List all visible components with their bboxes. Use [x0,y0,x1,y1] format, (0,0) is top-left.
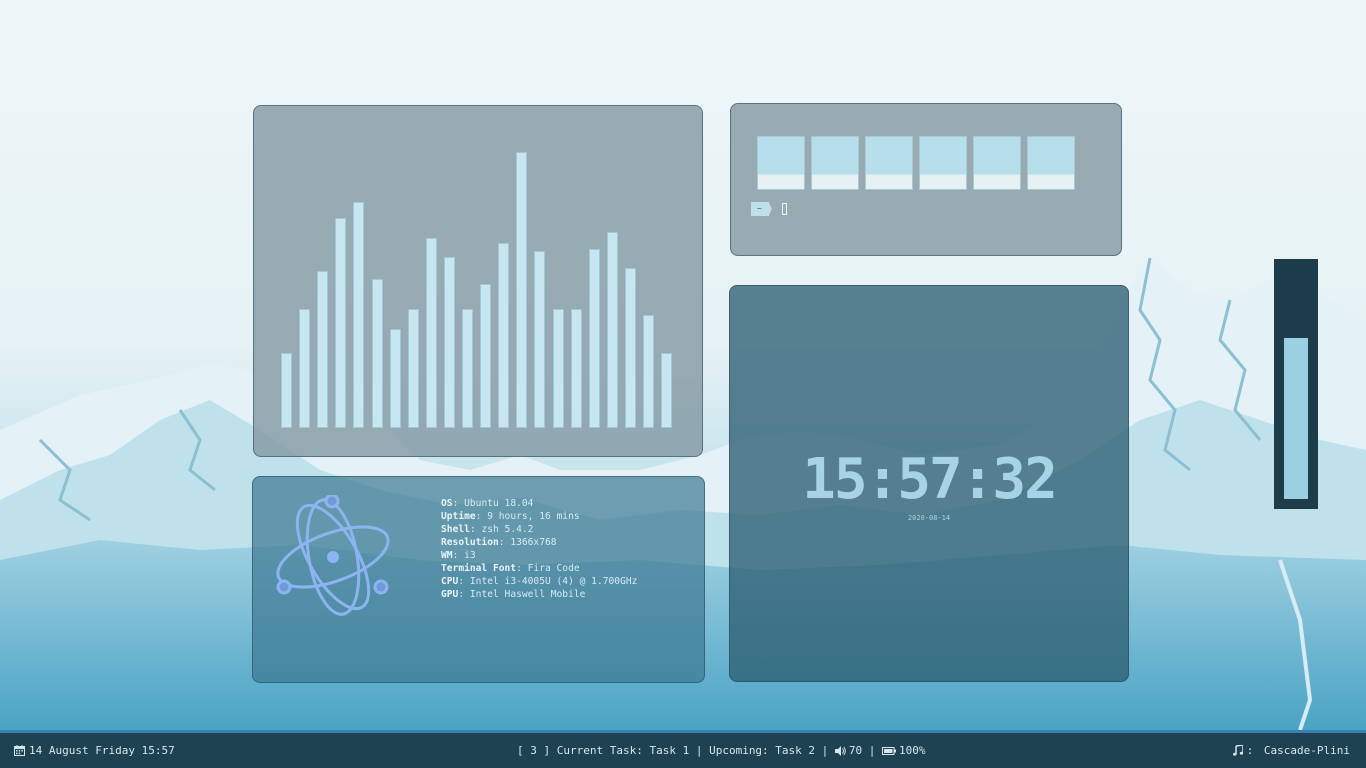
separator: | [862,744,883,757]
terminal-panel[interactable]: ~ [730,103,1122,256]
visualizer-bar [335,218,346,428]
sysinfo-key: CPU [441,576,459,587]
workspace-thumbnail[interactable] [811,136,859,190]
visualizer-bar [661,353,672,428]
music-note-icon [1232,745,1243,756]
sysinfo-row: Resolution: 1366x768 [441,537,557,548]
separator: | [815,744,835,757]
sysinfo-value: Intel Haswell Mobile [469,589,586,600]
visualizer-bar [408,309,419,428]
neofetch-info: OS: Ubuntu 18.04 Uptime: 9 hours, 16 mins… [441,497,637,601]
prompt-directory: ~ [751,202,772,216]
sysinfo-key: Uptime [441,511,476,522]
volume-meter-fill [1284,338,1308,499]
battery-value: 100% [899,744,926,757]
visualizer-bar [589,249,600,428]
terminal-cursor [781,203,787,215]
visualizer-bar [571,309,582,428]
clock-panel: 15:57:32 2020-08-14 [729,285,1129,682]
visualizer-bars [281,146,681,428]
terminal-prompt[interactable]: ~ [751,202,787,216]
status-center: [ 3 ] Current Task: Task 1 | Upcoming: T… [517,733,926,768]
visualizer-bar [498,243,509,428]
now-playing[interactable]: : Cascade-Plini [1232,733,1350,768]
visualizer-bar [462,309,473,428]
visualizer-bar [390,329,401,428]
sysinfo-value: Intel i3-4005U (4) @ 1.700GHz [469,576,638,587]
date-text: 14 August Friday 15:57 [29,744,175,757]
sysinfo-key: GPU [441,589,459,600]
sysinfo-row: Terminal Font: Fira Code [441,563,580,574]
battery-icon [882,746,897,755]
sysinfo-row: CPU: Intel i3-4005U (4) @ 1.700GHz [441,576,638,587]
workspace-thumbnail[interactable] [865,136,913,190]
visualizer-bar [553,309,564,428]
visualizer-bar [317,271,328,428]
workspace-indicator[interactable]: [ 3 ] [517,744,550,757]
visualizer-bar [353,202,364,428]
visualizer-bar [444,257,455,428]
sysinfo-key: WM [441,550,453,561]
system-info-panel: OS: Ubuntu 18.04 Uptime: 9 hours, 16 mins… [252,476,705,683]
sysinfo-row: OS: Ubuntu 18.04 [441,498,534,509]
volume-value: 70 [848,744,863,757]
upcoming-task: Upcoming: Task 2 [709,744,816,757]
calendar-icon [14,745,25,756]
visualizer-bar [534,251,545,428]
visualizer-bar [426,238,437,428]
sysinfo-row: Uptime: 9 hours, 16 mins [441,511,580,522]
volume-meter[interactable] [1274,259,1318,509]
electron-atom-icon [276,495,390,616]
sysinfo-value: i3 [464,550,476,561]
workspace-thumbnail[interactable] [919,136,967,190]
sysinfo-row: GPU: Intel Haswell Mobile [441,589,586,600]
visualizer-bar [643,315,654,428]
clock-date: 2020-08-14 [907,514,951,522]
volume-icon[interactable] [834,745,846,756]
workspace-thumbnail[interactable] [973,136,1021,190]
sysinfo-value: 1366x768 [510,537,557,548]
visualizer-bar [516,152,527,428]
visualizer-bar [480,284,491,428]
separator: | [689,744,710,757]
sysinfo-value: Fira Code [527,563,580,574]
visualizer-bar [299,309,310,428]
status-date[interactable]: 14 August Friday 15:57 [14,733,175,768]
clock-time: 15:57:32 [802,447,1058,512]
sysinfo-key: OS [441,498,453,509]
workspace-thumbnail[interactable] [1027,136,1075,190]
status-bar: 14 August Friday 15:57 [ 3 ] Current Tas… [0,730,1366,768]
visualizer-bar [372,279,383,428]
music-title: Cascade-Plini [1263,744,1350,757]
sysinfo-key: Resolution [441,537,499,548]
sysinfo-key: Shell [441,524,470,535]
workspace-thumbnail[interactable] [757,136,805,190]
sysinfo-value: 9 hours, 16 mins [487,511,580,522]
audio-visualizer-panel [253,105,703,457]
music-separator: : [1246,744,1260,757]
sysinfo-row: WM: i3 [441,550,476,561]
visualizer-bar [607,232,618,428]
sysinfo-value: zsh 5.4.2 [481,524,534,535]
sysinfo-row: Shell: zsh 5.4.2 [441,524,534,535]
current-task: Current Task: Task 1 [556,744,690,757]
sysinfo-key: Terminal Font [441,563,517,574]
visualizer-bar [625,268,636,428]
visualizer-bar [281,353,292,428]
sysinfo-value: Ubuntu 18.04 [464,498,534,509]
